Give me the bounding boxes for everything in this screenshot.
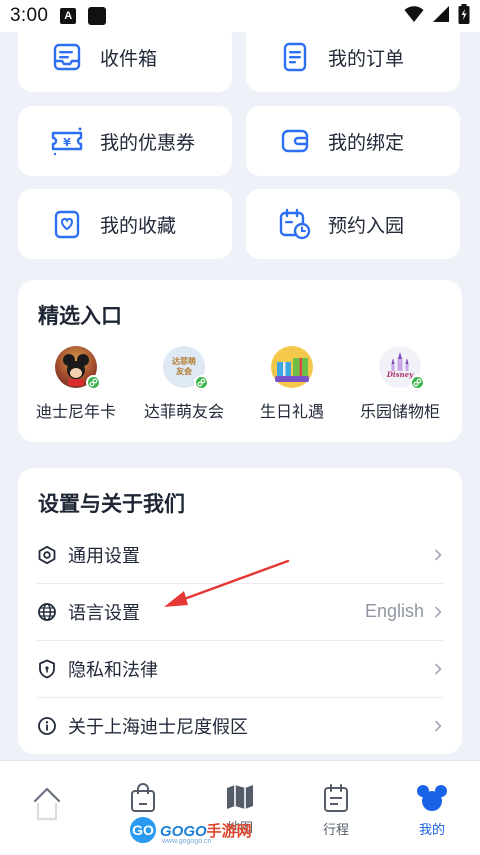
square-notification-icon: [88, 7, 107, 25]
watermark-text-cn: 手游网: [206, 822, 252, 840]
featured-item-lockers[interactable]: Disney 乐园储物柜: [350, 346, 450, 422]
featured-card: 精选入口 迪士尼年卡 达菲萌友会 达菲萌友会 生日礼遇 Disney 乐园储物柜: [18, 280, 462, 442]
info-icon: [36, 715, 58, 737]
a-notification-icon: A: [60, 8, 77, 24]
shield-lock-icon: [36, 658, 58, 680]
settings-row-general[interactable]: 通用设置: [36, 526, 444, 583]
featured-item-birthday[interactable]: 生日礼遇: [242, 346, 342, 422]
mini-program-icon: [86, 375, 101, 390]
settings-row-language[interactable]: 语言设置 English: [36, 583, 444, 640]
gift-boxes-icon: [271, 346, 313, 388]
svg-text:¥: ¥: [63, 136, 71, 149]
battery-icon: [458, 4, 470, 28]
watermark-logo: GO: [128, 815, 158, 845]
featured-label: 迪士尼年卡: [35, 402, 116, 421]
featured-item-duffy-club[interactable]: 达菲萌友会 达菲萌友会: [134, 346, 234, 422]
language-value: English: [364, 601, 424, 621]
settings-row-about[interactable]: 关于上海迪士尼度假区: [36, 697, 444, 754]
nav-home[interactable]: [12, 783, 82, 829]
scroll-content[interactable]: 收件箱 我的订单 ¥ 我的优惠券 我的绑定 我的收藏 预约入园 精选入口 迪士尼…: [0, 0, 480, 760]
tile-label: 我的优惠券: [100, 131, 196, 154]
settings-card: 设置与关于我们 通用设置 语言设置 English 隐私和法律 关于上海迪士尼度…: [18, 468, 462, 754]
tile-label: 收件箱: [100, 47, 158, 70]
svg-text:Disney: Disney: [386, 370, 414, 379]
chevron-right-icon: [432, 720, 444, 732]
chevron-right-icon: [432, 606, 444, 618]
status-time: 3:00: [10, 5, 49, 26]
hexagon-settings-icon: [36, 544, 58, 566]
tile-coupons[interactable]: ¥ 我的优惠券: [18, 106, 232, 176]
map-icon: [225, 783, 255, 815]
wallet-icon: [276, 122, 314, 160]
mickey-avatar-icon: [55, 346, 101, 390]
settings-row-label: 关于上海迪士尼度假区: [68, 716, 248, 738]
home-icon: [30, 783, 64, 827]
featured-label: 生日礼遇: [259, 402, 324, 421]
mini-program-icon: [410, 375, 425, 390]
tile-orders[interactable]: 我的订单: [246, 22, 460, 92]
settings-row-label: 语言设置: [68, 602, 140, 624]
settings-title: 设置与关于我们: [38, 492, 185, 516]
heart-bookmark-icon: [48, 205, 86, 243]
settings-row-privacy[interactable]: 隐私和法律: [36, 640, 444, 697]
inbox-icon: [48, 38, 86, 76]
watermark: GO GOGO手游网 www.gogogo.cn: [128, 815, 252, 845]
tile-favorites[interactable]: 我的收藏: [18, 189, 232, 259]
chevron-right-icon: [432, 663, 444, 675]
signal-icon: [432, 5, 450, 27]
globe-icon: [36, 601, 58, 623]
tile-inbox[interactable]: 收件箱: [18, 22, 232, 92]
watermark-url: www.gogogo.cn: [162, 838, 212, 845]
tile-label: 预约入园: [328, 214, 405, 237]
nav-mine[interactable]: 我的: [397, 783, 467, 838]
featured-label: 达菲萌友会: [143, 402, 224, 421]
tile-bindings[interactable]: 我的绑定: [246, 106, 460, 176]
mickey-head-icon: [416, 783, 448, 817]
duffy-avatar-text: 达菲萌友会: [172, 357, 196, 376]
duffy-club-icon: 达菲萌友会: [163, 346, 209, 390]
calendar-clock-icon: [276, 205, 314, 243]
featured-item-annual-pass[interactable]: 迪士尼年卡: [26, 346, 126, 422]
nav-label: 我的: [418, 823, 445, 838]
tile-label: 我的绑定: [328, 131, 405, 154]
bottom-nav: 商城 地图 行程 我的 GO GOGO手游网 www.gogogo.cn: [0, 760, 480, 855]
settings-row-label: 通用设置: [68, 545, 140, 567]
coupon-icon: ¥: [48, 122, 86, 160]
shopping-bag-icon: [129, 783, 157, 817]
tile-park-reservation[interactable]: 预约入园: [246, 189, 460, 259]
nav-label: 行程: [322, 823, 349, 838]
featured-title: 精选入口: [38, 304, 122, 328]
chevron-right-icon: [432, 549, 444, 561]
watermark-text-en: GOGO: [160, 822, 207, 840]
status-right: [404, 4, 470, 28]
featured-label: 乐园储物柜: [359, 402, 440, 421]
tile-label: 我的收藏: [100, 214, 177, 237]
calendar-icon: [322, 783, 350, 817]
settings-row-label: 隐私和法律: [68, 659, 158, 681]
disney-castle-icon: Disney: [379, 346, 425, 390]
mini-program-icon: [194, 375, 209, 390]
status-bar: 3:00 A: [0, 0, 480, 32]
nav-itinerary[interactable]: 行程: [301, 783, 371, 838]
wifi-icon: [404, 5, 424, 27]
order-list-icon: [276, 38, 314, 76]
tile-label: 我的订单: [328, 47, 405, 70]
